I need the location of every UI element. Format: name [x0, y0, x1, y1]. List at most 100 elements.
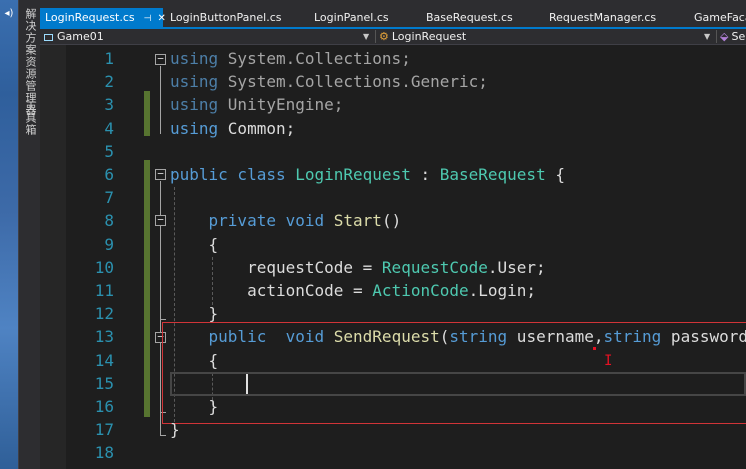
tab-label: LoginPanel.cs: [314, 11, 389, 24]
project-label: Game01: [57, 30, 104, 43]
text-caret: [246, 374, 248, 394]
code-token: using: [170, 118, 228, 138]
outline-end: [160, 435, 166, 436]
code-line[interactable]: }: [170, 395, 219, 418]
tab-loginpanel[interactable]: LoginPanel.cs: [314, 8, 389, 27]
code-token: private void: [208, 211, 334, 231]
code-line[interactable]: }: [170, 418, 180, 441]
line-number: 3: [104, 95, 114, 115]
code-token: .Login;: [468, 281, 537, 300]
code-line[interactable]: public void SendRequest(string username,…: [170, 325, 746, 348]
tab-baserequest[interactable]: BaseRequest.cs: [426, 8, 513, 27]
ibeam-cursor-icon: I: [604, 353, 613, 369]
code-token: requestCode =: [170, 257, 382, 277]
outline-end: [160, 319, 166, 320]
document-tab-bar: LoginRequest.cs ⊣ ✕ LoginButtonPanel.cs Lo…: [40, 0, 746, 27]
line-number: 7: [104, 188, 114, 208]
close-icon[interactable]: ✕: [157, 13, 165, 24]
code-token: System.Collections;: [227, 49, 411, 68]
line-number: 17: [94, 420, 114, 440]
collapse-icon[interactable]: −: [155, 53, 166, 65]
code-line[interactable]: using UnityEngine;: [170, 93, 343, 116]
code-line[interactable]: using System.Collections.Generic;: [170, 70, 488, 93]
line-number: 4: [104, 118, 114, 138]
code-line[interactable]: public class LoginRequest : BaseRequest …: [170, 163, 565, 186]
code-token: using: [170, 72, 228, 92]
code-line[interactable]: {: [170, 349, 219, 372]
tab-requestmanager[interactable]: RequestManager.cs: [549, 8, 656, 27]
code-token: }: [170, 304, 219, 324]
tab-label: BaseRequest.cs: [426, 11, 513, 24]
toolbox-tab[interactable]: 工具箱: [22, 100, 38, 136]
code-token: using: [170, 49, 228, 68]
line-number: 14: [94, 350, 114, 370]
chevron-down-icon[interactable]: ▼: [363, 29, 369, 44]
code-token: LoginRequest: [295, 165, 411, 184]
code-line[interactable]: requestCode = RequestCode.User;: [170, 256, 546, 279]
project-dropdown[interactable]: Game01: [44, 29, 104, 44]
member-dropdown[interactable]: ⬙Sen: [720, 29, 746, 44]
code-line[interactable]: using Common;: [170, 117, 295, 140]
line-number: 9: [104, 234, 114, 254]
code-line[interactable]: {: [170, 233, 219, 256]
code-token: password): [670, 327, 746, 347]
tab-loginbuttonpanel[interactable]: LoginButtonPanel.cs: [170, 8, 281, 27]
code-line[interactable]: }: [170, 302, 219, 325]
code-line[interactable]: private void Start(): [170, 209, 402, 232]
code-token: public class: [170, 165, 296, 184]
member-label: Sen: [731, 30, 746, 43]
line-number: 10: [94, 257, 114, 277]
tab-gamefacade[interactable]: GameFaca: [694, 8, 746, 27]
line-number: 15: [94, 373, 114, 393]
line-number: 2: [104, 72, 114, 92]
code-editor[interactable]: − − − − 1 2 3 4 5 6 7 8 9 10 11 12 13 14 15 16 17 18 using…: [40, 45, 746, 469]
line-number: 6: [104, 165, 114, 184]
code-line[interactable]: actionCode = ActionCode.Login;: [170, 279, 536, 302]
code-token: actionCode =: [170, 281, 373, 300]
annotation-mark: [593, 347, 596, 350]
line-number: 18: [94, 443, 114, 463]
class-label: LoginRequest: [391, 30, 467, 43]
tool-window-tabs: 解决方案资源管理器 工具箱: [18, 0, 40, 469]
tab-label: RequestManager.cs: [549, 11, 657, 24]
code-token: username,: [507, 327, 604, 347]
nav-divider: [375, 30, 376, 43]
tab-label: LoginButtonPanel.cs: [170, 11, 282, 24]
chevron-down-icon[interactable]: ▼: [704, 29, 710, 44]
code-token: ActionCode: [372, 281, 469, 300]
outline-line: [160, 66, 161, 134]
code-token: .User;: [487, 257, 546, 277]
code-token: (: [439, 327, 450, 347]
code-token: {: [545, 165, 565, 184]
speaker-icon: ◂): [4, 8, 14, 19]
nav-divider: [716, 30, 717, 43]
code-line[interactable]: using System.Collections;: [170, 47, 411, 70]
method-icon: ⬙: [720, 30, 729, 43]
code-token: {: [170, 350, 219, 370]
outline-line: [160, 344, 161, 412]
line-number: 8: [104, 211, 114, 231]
line-number: 13: [94, 327, 114, 347]
class-icon: ⚙: [379, 30, 389, 43]
navigation-bar: Game01 ▼ ⚙LoginRequest ▼ ⬙Sen: [40, 29, 746, 45]
code-token: SendRequest: [333, 327, 440, 347]
collapse-icon[interactable]: −: [155, 168, 166, 180]
code-token: }: [170, 397, 219, 416]
pin-icon[interactable]: ⊣: [144, 14, 152, 24]
tab-loginrequest[interactable]: LoginRequest.cs ⊣ ✕: [40, 8, 166, 27]
code-token: BaseRequest: [439, 165, 546, 184]
code-token: using: [170, 95, 228, 115]
indicator-margin: [40, 45, 66, 469]
code-token: UnityEngine;: [227, 95, 344, 115]
line-number: 5: [104, 141, 114, 161]
class-dropdown[interactable]: ⚙ LoginRequest: [379, 29, 466, 44]
tab-label: GameFaca: [694, 11, 746, 24]
code-token: Start: [333, 211, 382, 231]
tab-label: LoginRequest.cs: [45, 11, 135, 24]
collapse-icon[interactable]: −: [155, 214, 166, 226]
code-token: System.Collections.Generic;: [227, 72, 488, 92]
code-token: (): [381, 211, 402, 231]
code-token: Common;: [227, 118, 296, 138]
